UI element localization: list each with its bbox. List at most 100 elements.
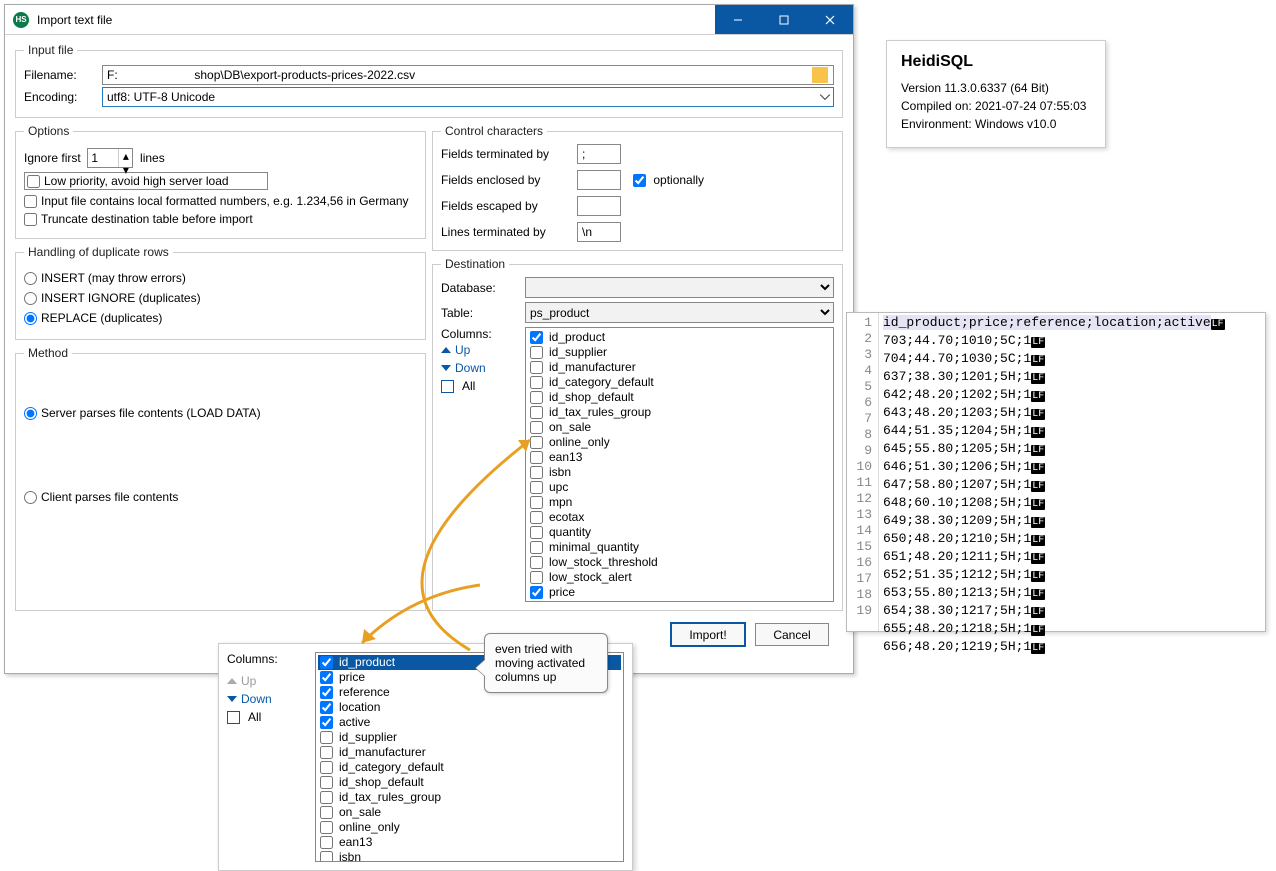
columns-listbox[interactable]: id_productid_supplierid_manufacturerid_c…	[525, 327, 834, 602]
table-select[interactable]: ps_product	[525, 302, 834, 323]
input-file-group: Input file Filename: Encoding:	[15, 43, 843, 118]
column-item[interactable]: upc	[528, 480, 831, 495]
column-item[interactable]: on_sale	[528, 420, 831, 435]
fields-term-label: Fields terminated by	[441, 147, 571, 161]
column-item[interactable]: ean13	[318, 835, 621, 850]
low-priority-checkbox[interactable]	[27, 175, 40, 188]
insert-ignore-radio[interactable]	[24, 292, 37, 305]
column-item[interactable]: quantity	[528, 525, 831, 540]
duplicates-group: Handling of duplicate rows INSERT (may t…	[15, 245, 426, 340]
fields-term-input[interactable]	[577, 144, 621, 164]
column-item[interactable]: ecotax	[528, 510, 831, 525]
encoding-select[interactable]	[102, 87, 834, 107]
anno-move-up-link[interactable]: Up	[227, 674, 297, 688]
method-legend: Method	[24, 346, 72, 360]
csv-preview: 1 2 3 4 5 6 7 8 9 10 11 12 13 14 15 16 1…	[846, 312, 1266, 632]
info-env: Environment: Windows v10.0	[901, 117, 1091, 131]
column-item[interactable]: id_shop_default	[318, 775, 621, 790]
column-item[interactable]: id_category_default	[318, 760, 621, 775]
column-item[interactable]: on_sale	[318, 805, 621, 820]
optionally-label: optionally	[653, 173, 704, 187]
destination-legend: Destination	[441, 257, 509, 271]
fields-esc-input[interactable]	[577, 196, 621, 216]
filename-label: Filename:	[24, 68, 96, 82]
table-label: Table:	[441, 306, 519, 320]
client-parses-label: Client parses file contents	[41, 490, 178, 504]
column-item[interactable]: id_supplier	[318, 730, 621, 745]
control-chars-legend: Control characters	[441, 124, 547, 138]
window-title: Import text file	[37, 13, 715, 27]
optionally-checkbox[interactable]	[633, 174, 646, 187]
minimize-button[interactable]	[715, 5, 761, 34]
column-item[interactable]: online_only	[528, 435, 831, 450]
control-chars-group: Control characters Fields terminated by …	[432, 124, 843, 251]
column-item[interactable]: id_tax_rules_group	[318, 790, 621, 805]
local-numbers-checkbox[interactable]	[24, 195, 37, 208]
lines-term-input[interactable]	[577, 222, 621, 242]
column-item[interactable]: id_product	[528, 330, 831, 345]
local-numbers-label: Input file contains local formatted numb…	[41, 194, 409, 208]
options-legend: Options	[24, 124, 73, 138]
client-parses-radio[interactable]	[24, 491, 37, 504]
column-item[interactable]: id_category_default	[528, 375, 831, 390]
fields-encl-input[interactable]	[577, 170, 621, 190]
column-item[interactable]: active	[318, 715, 621, 730]
column-item[interactable]: id_shop_default	[528, 390, 831, 405]
info-compiled: Compiled on: 2021-07-24 07:55:03	[901, 99, 1091, 113]
column-item[interactable]: id_supplier	[528, 345, 831, 360]
import-dialog: HS Import text file Input file Filename:	[4, 4, 854, 674]
maximize-button[interactable]	[761, 5, 807, 34]
truncate-checkbox[interactable]	[24, 213, 37, 226]
truncate-label: Truncate destination table before import	[41, 212, 253, 226]
move-up-link[interactable]: Up	[441, 343, 511, 357]
filename-input[interactable]	[102, 65, 834, 85]
folder-icon[interactable]	[812, 67, 828, 83]
column-item[interactable]: price	[528, 585, 831, 600]
column-item[interactable]: id_manufacturer	[528, 360, 831, 375]
info-version: Version 11.3.0.6337 (64 Bit)	[901, 81, 1091, 95]
chevron-down-icon[interactable]	[819, 91, 831, 103]
fields-esc-label: Fields escaped by	[441, 199, 571, 213]
column-item[interactable]: minimal_quantity	[528, 540, 831, 555]
column-item[interactable]: online_only	[318, 820, 621, 835]
replace-radio[interactable]	[24, 312, 37, 325]
titlebar[interactable]: HS Import text file	[5, 5, 853, 35]
column-item[interactable]: id_tax_rules_group	[528, 405, 831, 420]
options-group: Options Ignore first ▴▾ lines Low priori…	[15, 124, 426, 239]
all-checkbox[interactable]: All	[441, 379, 511, 393]
low-priority-label: Low priority, avoid high server load	[44, 174, 229, 188]
lines-label: lines	[140, 151, 165, 165]
columns-label: Columns:	[441, 327, 492, 341]
cancel-button[interactable]: Cancel	[755, 623, 829, 646]
annotation-tooltip: even tried with moving activated columns…	[484, 633, 608, 693]
column-item[interactable]: low_stock_alert	[528, 570, 831, 585]
ignore-first-label: Ignore first	[24, 151, 81, 165]
anno-all-checkbox[interactable]: All	[227, 710, 297, 724]
column-item[interactable]: isbn	[318, 850, 621, 862]
anno-columns-label: Columns:	[227, 652, 307, 666]
ignore-first-spinner[interactable]: ▴▾	[87, 148, 133, 168]
database-select[interactable]	[525, 277, 834, 298]
server-parses-label: Server parses file contents (LOAD DATA)	[41, 406, 261, 420]
column-item[interactable]: ean13	[528, 450, 831, 465]
import-button[interactable]: Import!	[671, 623, 745, 646]
server-parses-radio[interactable]	[24, 407, 37, 420]
insert-radio[interactable]	[24, 272, 37, 285]
column-item[interactable]: id_manufacturer	[318, 745, 621, 760]
insert-ignore-label: INSERT IGNORE (duplicates)	[41, 291, 201, 305]
method-group: Method Server parses file contents (LOAD…	[15, 346, 426, 611]
destination-group: Destination Database: Table: ps_product …	[432, 257, 843, 611]
fields-encl-label: Fields enclosed by	[441, 173, 571, 187]
column-item[interactable]: isbn	[528, 465, 831, 480]
column-item[interactable]: mpn	[528, 495, 831, 510]
column-item[interactable]: low_stock_threshold	[528, 555, 831, 570]
move-down-link[interactable]: Down	[441, 361, 511, 375]
column-item[interactable]: wholesale_price	[528, 600, 831, 602]
database-label: Database:	[441, 281, 519, 295]
anno-move-down-link[interactable]: Down	[227, 692, 297, 706]
editor-code: id_product;price;reference;location;acti…	[879, 313, 1265, 631]
column-item[interactable]: location	[318, 700, 621, 715]
info-box: HeidiSQL Version 11.3.0.6337 (64 Bit) Co…	[886, 40, 1106, 148]
close-button[interactable]	[807, 5, 853, 34]
duplicates-legend: Handling of duplicate rows	[24, 245, 173, 259]
